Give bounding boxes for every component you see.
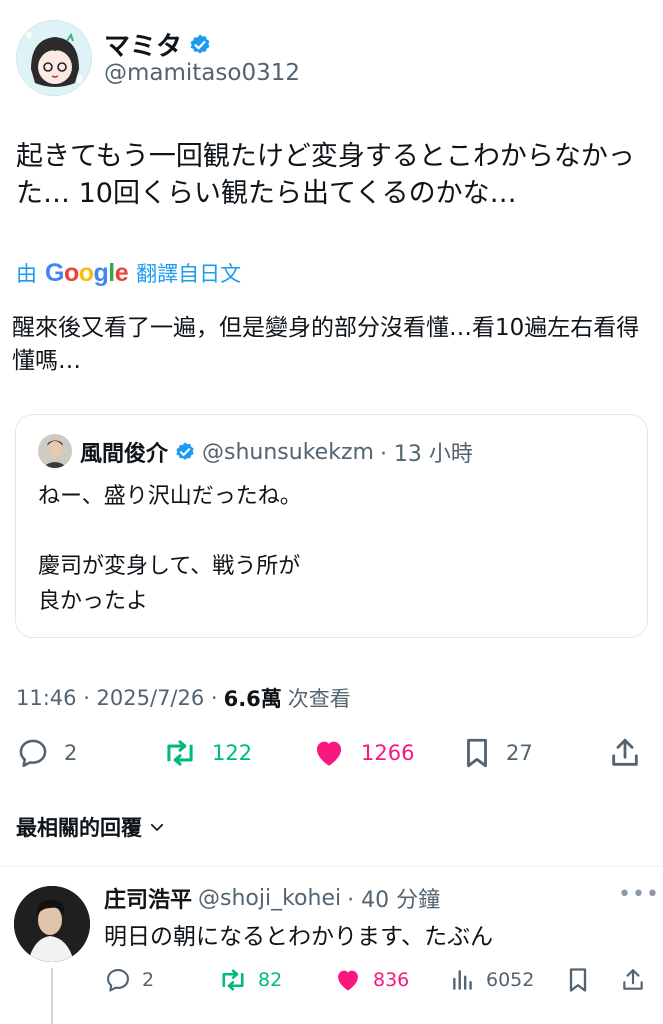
reply-retweet-count: 82 xyxy=(258,969,283,991)
timestamp[interactable]: 11:46 · 2025/7/26 · xyxy=(16,686,218,710)
reply-header: 庄司浩平 @shoji_kohei · 40 分鐘 xyxy=(104,882,440,914)
divider xyxy=(0,866,663,867)
quote-author-avatar[interactable] xyxy=(38,434,72,468)
verified-badge-icon xyxy=(190,34,210,53)
retweet-button[interactable]: 122 xyxy=(162,736,252,770)
reply-author-handle[interactable]: @shoji_kohei xyxy=(198,886,341,911)
reply-icon xyxy=(107,969,129,992)
reply-retweet-button[interactable]: 82 xyxy=(218,966,282,994)
view-count: 6.6萬 xyxy=(223,687,282,711)
tweet-text: 起きてもう一回観たけど変身するとこわからなかった… 10回くらい観たら出てくるの… xyxy=(16,141,635,209)
reply-count: 2 xyxy=(64,741,78,765)
reply-bookmark-button[interactable] xyxy=(566,966,590,994)
reply-views-button[interactable]: 6052 xyxy=(450,966,534,994)
quote-time: · 13 小時 xyxy=(379,442,473,467)
verified-badge-icon xyxy=(176,442,194,460)
reply-reply-count: 2 xyxy=(142,969,155,991)
heart-icon xyxy=(316,741,342,766)
reply-icon xyxy=(19,739,47,768)
heart-icon xyxy=(338,970,358,991)
chevron-down-icon xyxy=(150,823,164,831)
retweet-icon xyxy=(167,740,193,766)
like-count: 1266 xyxy=(361,741,415,765)
bookmark-icon xyxy=(467,738,487,768)
reply-time: · 40 分鐘 xyxy=(347,888,441,913)
view-count-label: 次查看 xyxy=(287,687,351,711)
author-handle[interactable]: @mamitaso0312 xyxy=(104,60,300,86)
thread-line xyxy=(51,968,53,1024)
share-icon xyxy=(612,738,638,766)
share-icon xyxy=(623,969,643,990)
translation-prefix: 由 xyxy=(16,262,37,286)
reply-text: 明日の朝になるとわかります、たぶん xyxy=(104,924,494,950)
bookmark-button[interactable]: 27 xyxy=(462,736,533,770)
translation-attribution[interactable]: 由 Google 翻譯自日文 xyxy=(16,258,241,288)
like-button[interactable]: 1266 xyxy=(311,736,414,770)
reply-like-button[interactable]: 836 xyxy=(333,966,409,994)
quote-header: 風間俊介 @shunsukekzm · 13 小時 xyxy=(80,436,473,468)
reply-view-count: 6052 xyxy=(486,969,535,991)
reply-author-avatar[interactable] xyxy=(14,886,90,962)
more-options-icon[interactable]: ••• xyxy=(618,882,660,907)
author-name-row[interactable]: マミタ xyxy=(104,26,212,63)
reply-author-name[interactable]: 庄司浩平 xyxy=(104,882,192,914)
reply-sort-dropdown[interactable]: 最相關的回覆 xyxy=(16,812,166,842)
quote-author-handle[interactable]: @shunsukekzm xyxy=(202,440,374,465)
author-avatar[interactable] xyxy=(16,20,92,96)
quote-author-name[interactable]: 風間俊介 xyxy=(80,436,168,468)
quote-tweet[interactable]: 風間俊介 @shunsukekzm · 13 小時 ねー、盛り沢山だったね。 慶… xyxy=(15,414,648,638)
author-name[interactable]: マミタ xyxy=(104,26,182,63)
reply-sort-label: 最相關的回覆 xyxy=(16,816,142,840)
translation-suffix: 翻譯自日文 xyxy=(136,262,242,286)
bookmark-count: 27 xyxy=(506,741,533,765)
retweet-count: 122 xyxy=(212,741,253,765)
google-logo: Google xyxy=(45,258,129,287)
reply-share-button[interactable] xyxy=(620,966,646,994)
quote-text: ねー、盛り沢山だったね。 慶司が変身して、戦う所が 良かったよ xyxy=(38,484,302,614)
analytics-icon xyxy=(453,970,472,990)
translated-text: 醒來後又看了一遍，但是變身的部分沒看懂…看10遍左右看得懂嗎… xyxy=(12,315,640,374)
reply-button[interactable]: 2 xyxy=(16,736,77,770)
share-button[interactable] xyxy=(608,736,642,770)
timestamp-row: 11:46 · 2025/7/26 · 6.6萬 次查看 xyxy=(16,683,351,713)
retweet-icon xyxy=(222,969,244,991)
reply-like-count: 836 xyxy=(373,969,410,991)
reply-reply-button[interactable]: 2 xyxy=(104,966,154,994)
bookmark-icon xyxy=(569,968,587,992)
